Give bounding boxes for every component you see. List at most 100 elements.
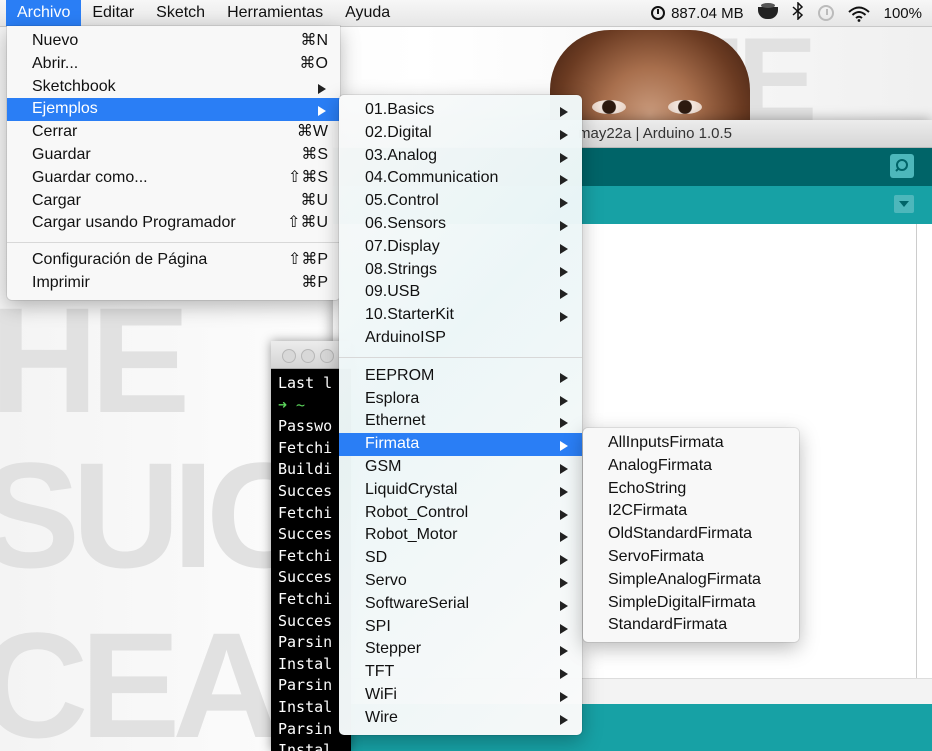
menu-editar[interactable]: Editar xyxy=(81,0,145,26)
menu-item-example[interactable]: ArduinoISP xyxy=(339,327,582,350)
menu-sketch[interactable]: Sketch xyxy=(145,0,216,26)
menu-item-configuracion-pagina[interactable]: Configuración de Página ⇧⌘P xyxy=(7,249,340,272)
menu-item-library[interactable]: SoftwareSerial xyxy=(339,593,582,616)
menu-item-cargar[interactable]: Cargar ⌘U xyxy=(7,190,340,213)
terminal-line: Last l xyxy=(278,374,333,392)
status-area: 887.04 MB 100% xyxy=(651,0,932,26)
memory-monitor[interactable]: 887.04 MB xyxy=(651,5,744,22)
menu-item-label: 04.Communication xyxy=(365,169,499,187)
menu-item-library[interactable]: TFT xyxy=(339,661,582,684)
ejemplos-submenu: 01.Basics 02.Digital 03.Analog 04.Commun… xyxy=(339,95,582,735)
menu-archivo[interactable]: Archivo xyxy=(6,0,82,26)
menu-item-library[interactable]: SD xyxy=(339,547,582,570)
menu-item-label: Configuración de Página xyxy=(32,251,208,269)
menu-item-label: Cargar xyxy=(32,191,81,209)
zoom-icon[interactable] xyxy=(320,349,334,363)
submenu-arrow-icon xyxy=(560,555,568,566)
menu-item-library[interactable]: Robot_Control xyxy=(339,502,582,525)
time-machine-icon[interactable] xyxy=(817,5,834,21)
menu-item-library[interactable]: Wire xyxy=(339,707,582,730)
menu-item-firmata-example[interactable]: SimpleDigitalFirmata xyxy=(583,592,799,615)
menu-item-label: TFT xyxy=(365,663,395,681)
menu-item-firmata-example[interactable]: EchoString xyxy=(583,478,799,501)
menu-item-firmata-example[interactable]: AnalogFirmata xyxy=(583,455,799,478)
menu-item-example[interactable]: 06.Sensors xyxy=(339,213,582,236)
minimize-icon[interactable] xyxy=(301,349,315,363)
menu-item-abrir[interactable]: Abrir... ⌘O xyxy=(7,53,340,76)
submenu-arrow-icon xyxy=(560,577,568,588)
wifi-icon[interactable] xyxy=(847,6,870,22)
submenu-arrow-icon xyxy=(318,106,326,117)
menu-item-imprimir[interactable]: Imprimir ⌘P xyxy=(7,272,340,295)
menu-bar: Archivo Editar Sketch Herramientas Ayuda… xyxy=(0,0,932,27)
menu-item-guardar-como[interactable]: Guardar como... ⇧⌘S xyxy=(7,167,340,190)
terminal-line: Parsin xyxy=(278,719,333,738)
submenu-arrow-icon xyxy=(560,312,568,323)
submenu-arrow-icon xyxy=(560,532,568,543)
menu-item-sketchbook[interactable]: Sketchbook xyxy=(7,76,340,99)
menu-item-firmata-example[interactable]: I2CFirmata xyxy=(583,500,799,523)
menu-item-shortcut: ⇧⌘P xyxy=(287,251,328,269)
menu-ayuda[interactable]: Ayuda xyxy=(334,0,401,26)
menu-separator xyxy=(7,242,340,244)
serial-monitor-button[interactable] xyxy=(890,154,914,178)
menu-item-guardar[interactable]: Guardar ⌘S xyxy=(7,144,340,167)
terminal-line: Instal xyxy=(278,741,333,751)
menu-item-library[interactable]: Ethernet xyxy=(339,410,582,433)
submenu-arrow-icon xyxy=(560,243,568,254)
magnifier-icon xyxy=(895,159,908,172)
wallpaper-letters-3: CEA xyxy=(0,601,281,751)
menu-item-library-firmata[interactable]: Firmata xyxy=(339,433,582,456)
menu-item-example[interactable]: 08.Strings xyxy=(339,259,582,282)
menu-item-ejemplos[interactable]: Ejemplos xyxy=(7,98,340,122)
submenu-arrow-icon xyxy=(560,220,568,231)
submenu-arrow-icon xyxy=(560,372,568,383)
menu-item-firmata-example[interactable]: SimpleAnalogFirmata xyxy=(583,569,799,592)
menu-item-label: 09.USB xyxy=(365,283,421,301)
menu-item-label: 07.Display xyxy=(365,237,440,255)
menu-item-nuevo[interactable]: Nuevo ⌘N xyxy=(7,30,340,53)
menu-item-cargar-programador[interactable]: Cargar usando Programador ⇧⌘U xyxy=(7,212,340,235)
bluetooth-icon[interactable] xyxy=(792,0,804,25)
tab-menu-button[interactable] xyxy=(894,195,914,213)
menu-item-label: LiquidCrystal xyxy=(365,480,458,498)
battery-percent[interactable]: 100% xyxy=(884,5,922,22)
close-icon[interactable] xyxy=(282,349,296,363)
menu-item-example[interactable]: 10.StarterKit xyxy=(339,304,582,327)
menu-item-firmata-example[interactable]: OldStandardFirmata xyxy=(583,523,799,546)
menu-item-library[interactable]: SPI xyxy=(339,616,582,639)
menu-item-firmata-example[interactable]: ServoFirmata xyxy=(583,546,799,569)
menu-item-example[interactable]: 07.Display xyxy=(339,236,582,259)
menu-item-label: Guardar como... xyxy=(32,168,148,186)
menu-item-label: Guardar xyxy=(32,145,91,163)
menu-herramientas[interactable]: Herramientas xyxy=(216,0,334,26)
menu-item-example[interactable]: 09.USB xyxy=(339,281,582,304)
menu-item-shortcut: ⌘S xyxy=(301,145,328,163)
caffeine-cup-icon[interactable] xyxy=(757,3,778,19)
menu-item-library[interactable]: Robot_Motor xyxy=(339,524,582,547)
menu-item-example[interactable]: 03.Analog xyxy=(339,145,582,168)
menu-item-library[interactable]: LiquidCrystal xyxy=(339,479,582,502)
submenu-arrow-icon xyxy=(560,441,568,452)
menu-item-library[interactable]: GSM xyxy=(339,456,582,479)
menu-item-firmata-example[interactable]: AllInputsFirmata xyxy=(583,432,799,455)
menu-item-library[interactable]: Stepper xyxy=(339,638,582,661)
menu-item-example[interactable]: 04.Communication xyxy=(339,167,582,190)
menu-item-label: WiFi xyxy=(365,685,397,703)
menu-item-cerrar[interactable]: Cerrar ⌘W xyxy=(7,121,340,144)
memory-value: 887.04 MB xyxy=(671,4,744,22)
menu-item-example[interactable]: 05.Control xyxy=(339,190,582,213)
menu-item-label: SoftwareSerial xyxy=(365,594,470,612)
menu-item-firmata-example[interactable]: StandardFirmata xyxy=(583,614,799,637)
menu-item-library[interactable]: Servo xyxy=(339,570,582,593)
menu-item-library[interactable]: EEPROM xyxy=(339,365,582,388)
submenu-arrow-icon xyxy=(560,509,568,520)
menu-item-label: ArduinoISP xyxy=(365,328,446,346)
menu-item-library[interactable]: Esplora xyxy=(339,388,582,411)
menu-item-library[interactable]: WiFi xyxy=(339,684,582,707)
menu-item-label: Esplora xyxy=(365,389,420,407)
terminal-line: Fetchi xyxy=(278,438,333,457)
menu-item-example[interactable]: 02.Digital xyxy=(339,122,582,145)
menu-item-example[interactable]: 01.Basics xyxy=(339,99,582,122)
menu-item-label: Nuevo xyxy=(32,32,79,49)
